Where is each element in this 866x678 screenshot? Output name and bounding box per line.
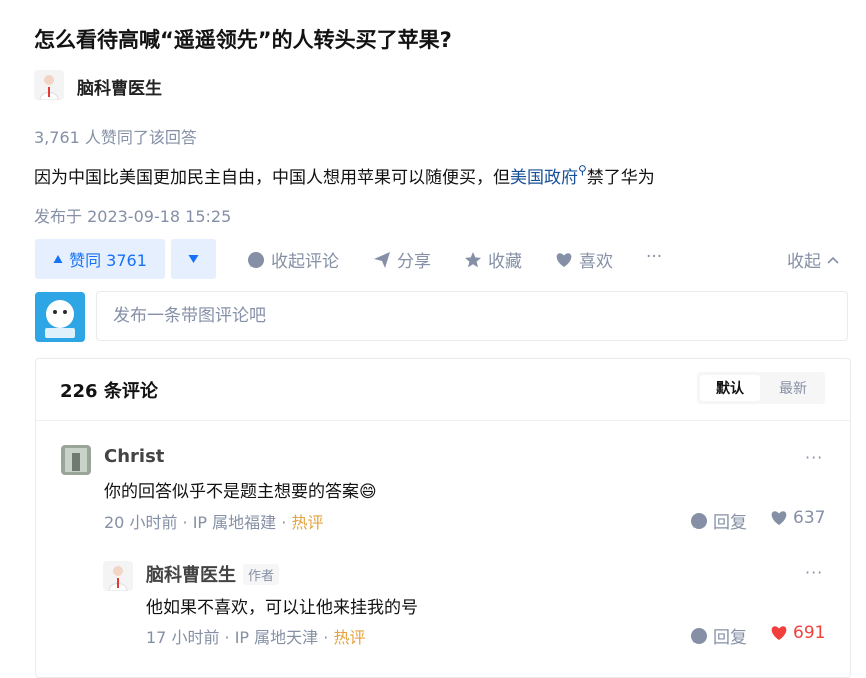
commenter-avatar[interactable] bbox=[61, 445, 91, 475]
comment-text-body: 你的回答似乎不是题主想要的答案 bbox=[104, 482, 359, 502]
heart-icon bbox=[556, 252, 572, 267]
divider bbox=[36, 420, 850, 421]
comment-text: 他如果不喜欢，可以让他来挂我的号 bbox=[146, 598, 418, 618]
commenter-name[interactable]: 脑科曹医生 bbox=[146, 561, 236, 587]
collapse-answer-button[interactable]: 收起 bbox=[787, 247, 839, 272]
keyword-link[interactable]: 美国政府⚲ bbox=[510, 163, 587, 188]
keyword-link-text[interactable]: 美国政府 bbox=[510, 168, 578, 188]
comment-bubble-icon bbox=[248, 251, 264, 268]
favorite-label: 收藏 bbox=[488, 252, 522, 272]
more-dots-icon: ··· bbox=[646, 247, 663, 267]
comment-bubble-icon bbox=[691, 512, 707, 529]
like-button[interactable]: 喜欢 bbox=[555, 247, 613, 272]
grin-emoji-icon: 😄 bbox=[359, 482, 377, 502]
triangle-up-icon bbox=[53, 255, 63, 263]
favorite-button[interactable]: 收藏 bbox=[464, 247, 522, 272]
reply-button[interactable]: 回复 bbox=[690, 508, 747, 533]
comment-bubble-icon bbox=[691, 627, 707, 644]
hot-comment-badge: 热评 bbox=[333, 628, 366, 647]
collapse-label: 收起 bbox=[787, 252, 821, 272]
comment-more-button[interactable]: ··· bbox=[805, 448, 823, 467]
reply-label: 回复 bbox=[713, 628, 747, 648]
comment-meta: 20 小时前 · IP 属地福建 · 热评 bbox=[104, 509, 323, 533]
reply-header: 脑科曹医生 作者 bbox=[146, 561, 280, 587]
comment-more-button[interactable]: ··· bbox=[805, 563, 823, 582]
comment-like-button[interactable]: 691 bbox=[770, 623, 825, 643]
like-label: 喜欢 bbox=[579, 252, 613, 272]
collapse-comments-label: 收起评论 bbox=[271, 252, 339, 272]
more-actions-button[interactable]: ··· bbox=[646, 247, 662, 267]
author-avatar[interactable] bbox=[34, 70, 64, 100]
reply-label: 回复 bbox=[713, 513, 747, 533]
share-plane-icon bbox=[374, 251, 390, 268]
share-label: 分享 bbox=[397, 252, 431, 272]
share-button[interactable]: 分享 bbox=[373, 247, 431, 272]
sort-default-button[interactable]: 默认 bbox=[700, 375, 760, 401]
upvote-button[interactable]: 赞同 3761 bbox=[35, 239, 165, 279]
star-icon bbox=[465, 251, 481, 267]
comment-meta-text: 20 小时前 · IP 属地福建 · bbox=[104, 513, 287, 532]
hot-comment-badge: 热评 bbox=[291, 513, 324, 532]
commenter-avatar[interactable] bbox=[103, 561, 133, 591]
publish-time: 发布于 2023-09-18 15:25 bbox=[34, 207, 232, 226]
like-count: 637 bbox=[793, 508, 826, 528]
author-tag: 作者 bbox=[243, 563, 280, 585]
downvote-button[interactable] bbox=[171, 239, 216, 279]
comment-like-button[interactable]: 637 bbox=[770, 508, 825, 528]
comment-meta-text: 17 小时前 · IP 属地天津 · bbox=[146, 628, 329, 647]
triangle-down-icon bbox=[188, 255, 199, 263]
content-text-end: 禁了华为 bbox=[586, 168, 655, 188]
chevron-up-icon bbox=[827, 256, 839, 264]
heart-icon bbox=[771, 626, 787, 640]
commenter-name[interactable]: Christ bbox=[104, 446, 164, 467]
comment-meta: 17 小时前 · IP 属地天津 · 热评 bbox=[146, 624, 365, 648]
content-text: 因为中国比美国更加民主自由，中国人想用苹果可以随便买，但 bbox=[34, 168, 510, 188]
heart-icon bbox=[771, 511, 787, 525]
comment-text: 你的回答似乎不是题主想要的答案😄 bbox=[104, 477, 377, 502]
question-title[interactable]: 怎么看待高喊“遥遥领先”的人转头买了苹果? bbox=[34, 24, 452, 54]
comment-input[interactable]: 发布一条带图评论吧 bbox=[96, 291, 848, 341]
search-icon[interactable]: ⚲ bbox=[578, 163, 587, 177]
author-name[interactable]: 脑科曹医生 bbox=[77, 74, 162, 99]
collapse-comments-button[interactable]: 收起评论 bbox=[247, 247, 339, 272]
vote-count-text: 3,761 人赞同了该回答 bbox=[34, 128, 197, 147]
answer-content: 因为中国比美国更加民主自由，中国人想用苹果可以随便买，但美国政府⚲禁了华为 bbox=[34, 163, 655, 188]
like-count: 691 bbox=[793, 623, 826, 643]
current-user-avatar bbox=[35, 292, 85, 342]
sort-latest-button[interactable]: 最新 bbox=[764, 375, 822, 401]
upvote-label: 赞同 3761 bbox=[69, 251, 147, 270]
reply-button[interactable]: 回复 bbox=[690, 623, 747, 648]
comment-count: 226 条评论 bbox=[60, 381, 158, 402]
